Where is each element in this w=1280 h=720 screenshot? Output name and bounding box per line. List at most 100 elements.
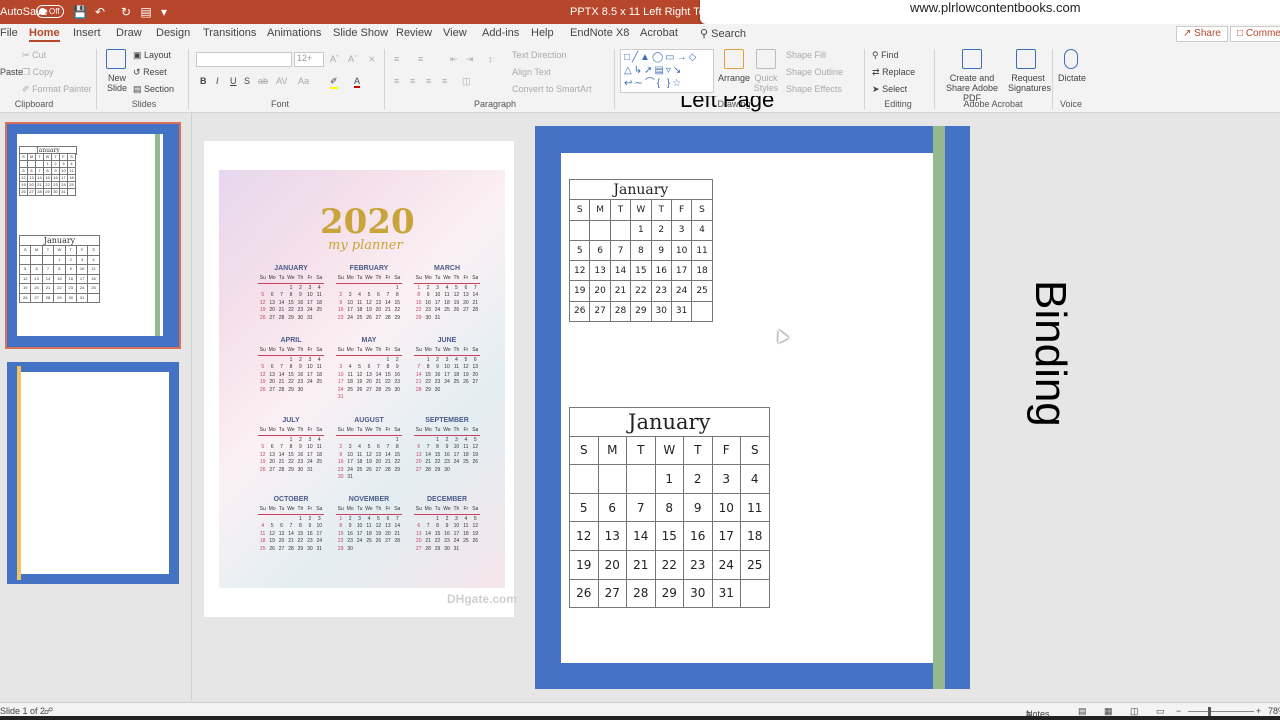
- day-cell[interactable]: 11: [740, 492, 770, 523]
- highlight-icon[interactable]: ✐: [330, 76, 338, 89]
- day-cell[interactable]: [597, 464, 627, 494]
- layout-button[interactable]: ▣ Layout: [133, 50, 171, 61]
- zoom-slider-thumb[interactable]: [1208, 707, 1211, 716]
- day-cell[interactable]: 29: [630, 300, 652, 323]
- binding-strip[interactable]: [933, 126, 945, 689]
- day-cell[interactable]: 12: [569, 521, 599, 551]
- day-cell[interactable]: 18: [691, 260, 713, 282]
- day-cell[interactable]: [568, 219, 591, 241]
- day-cell[interactable]: 23: [683, 549, 713, 580]
- day-cell[interactable]: 10: [670, 239, 693, 262]
- line-spacing-icon[interactable]: ↕: [488, 54, 493, 64]
- day-cell[interactable]: 4: [740, 464, 770, 494]
- search-box[interactable]: ⚲ Search: [700, 27, 746, 40]
- shrink-font-icon[interactable]: Aˇ: [348, 54, 357, 64]
- calendar-small[interactable]: January S M T W T F S 1 2 3 4 5 6 7 8 9 10 11 12 13 14 15 16 17 1…: [568, 178, 713, 323]
- format-painter-button[interactable]: ✐ Format Painter: [22, 84, 92, 95]
- day-cell[interactable]: 20: [589, 280, 611, 302]
- tab-draw[interactable]: Draw: [116, 27, 142, 39]
- request-signatures-icon[interactable]: [1016, 49, 1036, 69]
- day-cell[interactable]: 17: [711, 521, 741, 551]
- day-cell[interactable]: [609, 219, 632, 241]
- comments-button[interactable]: □ Comments: [1230, 26, 1280, 42]
- align-left-icon[interactable]: ≡: [394, 76, 399, 86]
- tab-view[interactable]: View: [443, 27, 467, 39]
- save-icon[interactable]: 💾: [72, 4, 88, 20]
- slide-thumbnail-2[interactable]: [7, 362, 179, 584]
- day-cell[interactable]: 11: [691, 239, 713, 262]
- increase-indent-icon[interactable]: ⇥: [466, 54, 474, 65]
- align-center-icon[interactable]: ≡: [410, 76, 415, 86]
- align-right-icon[interactable]: ≡: [426, 76, 431, 86]
- smartart-button[interactable]: Convert to SmartArt: [512, 84, 592, 94]
- justify-icon[interactable]: ≡: [442, 76, 447, 86]
- day-cell[interactable]: 18: [740, 521, 770, 551]
- day-cell[interactable]: [626, 464, 656, 494]
- present-icon[interactable]: ▤: [138, 4, 154, 20]
- underline-icon[interactable]: U: [230, 76, 237, 86]
- font-size-box[interactable]: 12+: [294, 52, 324, 67]
- section-button[interactable]: ▤ Section: [133, 84, 174, 95]
- dictate-button[interactable]: Dictate: [1058, 73, 1086, 83]
- find-button[interactable]: ⚲ Find: [872, 50, 899, 61]
- left-page-label[interactable]: Left Page: [680, 96, 774, 118]
- day-cell[interactable]: 2: [683, 464, 713, 494]
- day-cell[interactable]: 28: [626, 578, 656, 609]
- bullets-icon[interactable]: ≡: [394, 54, 399, 64]
- day-cell[interactable]: 20: [597, 549, 627, 580]
- day-cell[interactable]: 16: [683, 521, 713, 551]
- zoom-out-button[interactable]: −: [1176, 706, 1181, 716]
- day-cell[interactable]: 22: [654, 549, 684, 580]
- day-cell[interactable]: 17: [670, 260, 693, 282]
- request-signatures-button[interactable]: Request Signatures: [1008, 73, 1051, 93]
- day-cell[interactable]: 13: [597, 521, 627, 551]
- day-cell[interactable]: 21: [626, 549, 656, 580]
- strikethrough-icon[interactable]: ab: [258, 76, 268, 86]
- day-cell[interactable]: 24: [711, 549, 741, 580]
- day-cell[interactable]: 8: [630, 239, 652, 262]
- redo-icon[interactable]: ↻: [118, 4, 134, 20]
- day-cell[interactable]: 21: [609, 280, 632, 302]
- columns-icon[interactable]: ◫: [462, 76, 471, 87]
- day-cell[interactable]: 3: [711, 464, 741, 494]
- create-pdf-icon[interactable]: [962, 49, 982, 69]
- tab-review[interactable]: Review: [396, 27, 432, 39]
- new-slide-button[interactable]: New Slide: [104, 73, 130, 93]
- font-color-icon[interactable]: A: [354, 76, 361, 88]
- text-direction-button[interactable]: Text Direction: [512, 50, 567, 60]
- share-button[interactable]: ↗ Share: [1176, 26, 1228, 42]
- day-cell[interactable]: 5: [569, 492, 599, 523]
- tab-animations[interactable]: Animations: [267, 27, 321, 39]
- day-cell[interactable]: 6: [597, 492, 627, 523]
- day-cell[interactable]: 14: [609, 260, 632, 282]
- day-cell[interactable]: 13: [589, 260, 611, 282]
- day-cell[interactable]: 9: [650, 239, 672, 262]
- select-button[interactable]: ➤ Select: [872, 84, 907, 95]
- day-cell[interactable]: 12: [568, 260, 591, 282]
- day-cell[interactable]: 9: [683, 492, 713, 523]
- tab-transitions[interactable]: Transitions: [203, 27, 256, 39]
- day-cell[interactable]: 25: [691, 280, 713, 302]
- day-cell[interactable]: 19: [568, 280, 591, 302]
- day-cell[interactable]: 15: [630, 260, 652, 282]
- new-slide-icon[interactable]: [106, 49, 126, 69]
- tab-home[interactable]: Home: [29, 27, 60, 42]
- day-cell[interactable]: 26: [568, 300, 591, 323]
- day-cell[interactable]: 6: [589, 239, 611, 262]
- copy-button[interactable]: ❐ Copy: [22, 67, 54, 78]
- tab-slide-show[interactable]: Slide Show: [333, 27, 388, 39]
- undo-icon[interactable]: ↶: [92, 4, 108, 20]
- zoom-in-button[interactable]: +: [1256, 706, 1261, 716]
- grow-font-icon[interactable]: Aˆ: [330, 54, 339, 64]
- shape-fill-button[interactable]: Shape Fill: [786, 50, 826, 60]
- day-cell[interactable]: 2: [650, 219, 672, 241]
- day-cell[interactable]: 7: [609, 239, 632, 262]
- day-cell[interactable]: 15: [654, 521, 684, 551]
- decrease-indent-icon[interactable]: ⇤: [450, 54, 458, 65]
- paste-button[interactable]: Paste: [0, 67, 23, 77]
- day-cell[interactable]: 27: [589, 300, 611, 323]
- day-cell[interactable]: [589, 219, 611, 241]
- day-cell[interactable]: 27: [597, 578, 627, 609]
- spacing-icon[interactable]: AV: [276, 76, 287, 86]
- align-text-button[interactable]: Align Text: [512, 67, 551, 77]
